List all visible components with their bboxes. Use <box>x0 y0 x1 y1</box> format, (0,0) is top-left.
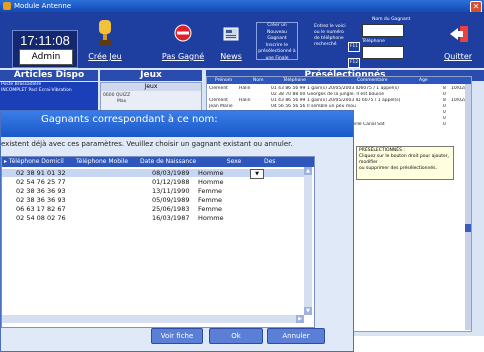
scroll-right-icon[interactable]: ▶ <box>296 315 304 323</box>
clock-panel: 17:11:08 Admin <box>12 30 78 68</box>
user-field: Admin <box>19 49 73 65</box>
article-item[interactable]: INCOMPLET Pacl Ecrai-Vibration <box>1 88 72 94</box>
trophy-icon <box>99 20 111 45</box>
winner-dialog: Gagnants correspondant à ce nom: existen… <box>0 110 354 352</box>
title-bar: Module Antenne ✕ <box>0 0 484 13</box>
preselected-tooltip: PRÉSÉLECTIONNÉS : Cliquez sur le bouton … <box>356 146 454 180</box>
cancel-button[interactable]: Annuler <box>267 328 325 344</box>
winners-grid: ▸ Téléphone Domicil Téléphone Mobile Dat… <box>1 156 315 328</box>
winner-row[interactable]: 06 63 17 82 67 25/06/1983 Femme <box>2 205 312 213</box>
quit-button[interactable]: Quitter <box>436 16 480 66</box>
winner-name-label: Nom du Gagnant <box>372 17 411 22</box>
window-title: Module Antenne <box>14 2 72 10</box>
col-birth-date[interactable]: Date de Naissance <box>138 157 204 167</box>
dialog-message: existent déjà avec ces paramètres. Veuil… <box>1 140 293 148</box>
dialog-title-bar: Gagnants correspondant à ce nom: <box>1 111 353 137</box>
preselected-scrollbar[interactable] <box>465 84 471 330</box>
clock: 17:11:08 <box>20 33 70 48</box>
winner-row[interactable]: 02 54 08 02 76 16/03/1987 Homme <box>2 214 312 222</box>
col-desc[interactable]: Des <box>262 157 314 167</box>
create-game-button[interactable]: Crée Jeu <box>84 16 126 66</box>
winner-row[interactable]: 02 38 36 36 93 13/11/1990 Femme <box>2 187 312 195</box>
winner-row[interactable]: 02 38 91 01 32 08/03/1989 Homme ▼ <box>2 169 312 179</box>
news-button[interactable]: News <box>216 16 246 66</box>
app-icon <box>3 2 11 10</box>
news-icon <box>223 27 239 41</box>
ok-button[interactable]: Ok <box>209 328 263 344</box>
f11-key: F11 <box>348 42 360 52</box>
col-home-phone[interactable]: ▸ Téléphone Domicil <box>2 157 74 167</box>
winner-name-input[interactable] <box>362 24 404 37</box>
no-winner-button[interactable]: Pas Gagné <box>160 16 206 66</box>
game-item[interactable]: 0600 QUIZZ Max <box>103 93 130 104</box>
phone-label: Téléphone <box>362 39 385 44</box>
preselected-table-header: Prénom Nom Téléphone Commentaire Age <box>207 77 471 84</box>
view-record-button[interactable]: Voir fiche <box>151 328 203 344</box>
col-mobile-phone[interactable]: Téléphone Mobile <box>74 157 138 167</box>
grid-horizontal-scrollbar[interactable]: ▶ <box>2 315 304 323</box>
toolbar: 17:11:08 Admin Crée Jeu Pas Gagné News C… <box>0 12 484 68</box>
scroll-down-icon[interactable]: ▼ <box>304 307 312 315</box>
winner-row[interactable]: 02 38 36 36 93 05/09/1989 Femme <box>2 196 312 204</box>
scroll-up-icon[interactable]: ▲ <box>304 167 312 175</box>
articles-header: Articles Dispo <box>0 70 98 81</box>
grid-vertical-scrollbar[interactable]: ▲ ▼ <box>304 167 312 315</box>
phone-input[interactable] <box>362 46 404 59</box>
dialog-title: Gagnants correspondant à ce nom: <box>41 114 218 125</box>
col-sex[interactable]: Sexe <box>204 157 262 167</box>
new-winner-button[interactable]: Créer un Nouveau Gagnant Inscrire le pré… <box>256 22 298 61</box>
games-subheader: Jeux <box>101 83 201 91</box>
search-help-text: Entrez le voici ou le numéro de téléphon… <box>314 24 346 47</box>
f12-key: F12 <box>348 58 360 68</box>
no-entry-icon <box>174 24 192 42</box>
exit-arrow-icon <box>450 26 468 42</box>
scrollbar-thumb[interactable] <box>465 224 471 232</box>
winner-row[interactable]: 02 54 76 25 77 01/12/1988 Homme <box>2 178 312 186</box>
games-header: Jeux <box>100 70 202 81</box>
